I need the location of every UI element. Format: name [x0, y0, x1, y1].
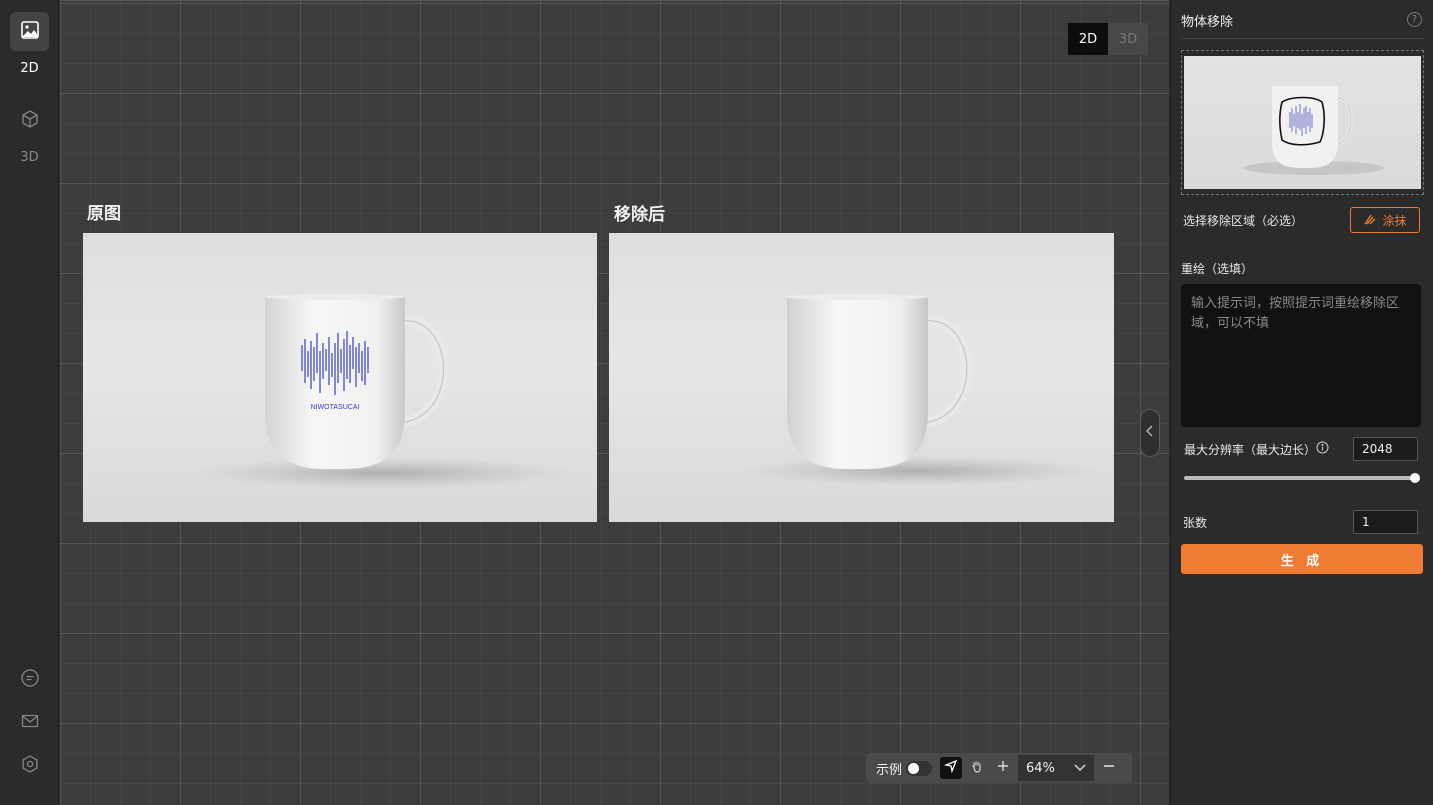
resolution-slider-handle[interactable] — [1410, 473, 1420, 483]
plus-icon — [996, 759, 1010, 777]
original-image-title: 原图 — [87, 204, 121, 224]
chat-icon[interactable] — [19, 667, 41, 689]
resolution-slider[interactable] — [1184, 476, 1416, 480]
redraw-label: 重绘（选填） — [1181, 262, 1254, 276]
redraw-prompt-input[interactable] — [1181, 284, 1421, 427]
rail-label-2d[interactable]: 2D — [0, 61, 59, 76]
rail-item-2d[interactable] — [10, 12, 49, 51]
preview-image — [1184, 56, 1421, 189]
generate-button[interactable]: 生 成 — [1181, 544, 1423, 574]
pan-tool-button[interactable] — [966, 757, 988, 779]
source-image-upload[interactable] — [1181, 50, 1424, 195]
result-image[interactable] — [609, 233, 1114, 522]
example-label: 示例 — [876, 762, 903, 778]
zoom-value: 64% — [1026, 760, 1055, 776]
zoom-select[interactable]: 64% — [1018, 755, 1095, 781]
result-image-title: 移除后 — [614, 205, 665, 225]
smear-button-label: 涂抹 — [1382, 213, 1407, 228]
object-removal-panel: 物体移除 ? 选择移除区域（必选） 涂抹 重绘（选填） 输入提示词，按照提示词重… — [1170, 0, 1433, 805]
max-resolution-input[interactable] — [1353, 437, 1418, 461]
count-input[interactable] — [1353, 510, 1418, 534]
rail-item-3d[interactable] — [10, 101, 49, 140]
chevron-down-icon — [1074, 761, 1086, 776]
toggle-knob — [908, 762, 920, 774]
hand-icon — [970, 759, 984, 777]
count-label: 张数 — [1183, 516, 1208, 530]
cube-icon — [20, 109, 40, 133]
panel-divider — [1181, 38, 1424, 39]
mail-icon[interactable] — [19, 710, 41, 732]
max-resolution-label: 最大分辨率（最大边长） — [1184, 443, 1317, 457]
image-icon — [20, 20, 40, 44]
panel-title: 物体移除 — [1181, 15, 1234, 30]
help-icon[interactable]: ? — [1407, 12, 1422, 27]
select-tool-button[interactable] — [940, 757, 963, 779]
original-image[interactable]: NIWOTASUCAI — [83, 233, 597, 522]
left-rail: 2D 3D — [0, 0, 59, 805]
minus-icon — [1102, 759, 1116, 777]
rail-label-3d[interactable]: 3D — [0, 150, 59, 165]
canvas-area[interactable]: 2D 3D 原图 移除后 NIWOTASUCAI 示例 64% — [60, 0, 1169, 805]
chevron-left-icon — [1145, 425, 1155, 441]
settings-icon[interactable] — [19, 753, 41, 775]
info-icon[interactable] — [1316, 441, 1329, 458]
example-toggle[interactable] — [906, 760, 933, 776]
zoom-out-button[interactable] — [1098, 757, 1120, 779]
mode-2d-button[interactable]: 2D — [1068, 23, 1108, 55]
pointer-icon — [943, 759, 958, 777]
brush-icon — [1363, 212, 1377, 229]
mode-toggle: 2D 3D — [1068, 23, 1148, 55]
mug-logo-text: NIWOTASUCAI — [311, 404, 360, 411]
collapse-panel-button[interactable] — [1140, 409, 1160, 457]
select-area-label: 选择移除区域（必选） — [1183, 214, 1304, 228]
canvas-toolbar: 示例 64% — [866, 753, 1132, 783]
smear-button[interactable]: 涂抹 — [1350, 207, 1420, 233]
mode-3d-button[interactable]: 3D — [1108, 23, 1148, 55]
zoom-in-button[interactable] — [992, 757, 1014, 779]
